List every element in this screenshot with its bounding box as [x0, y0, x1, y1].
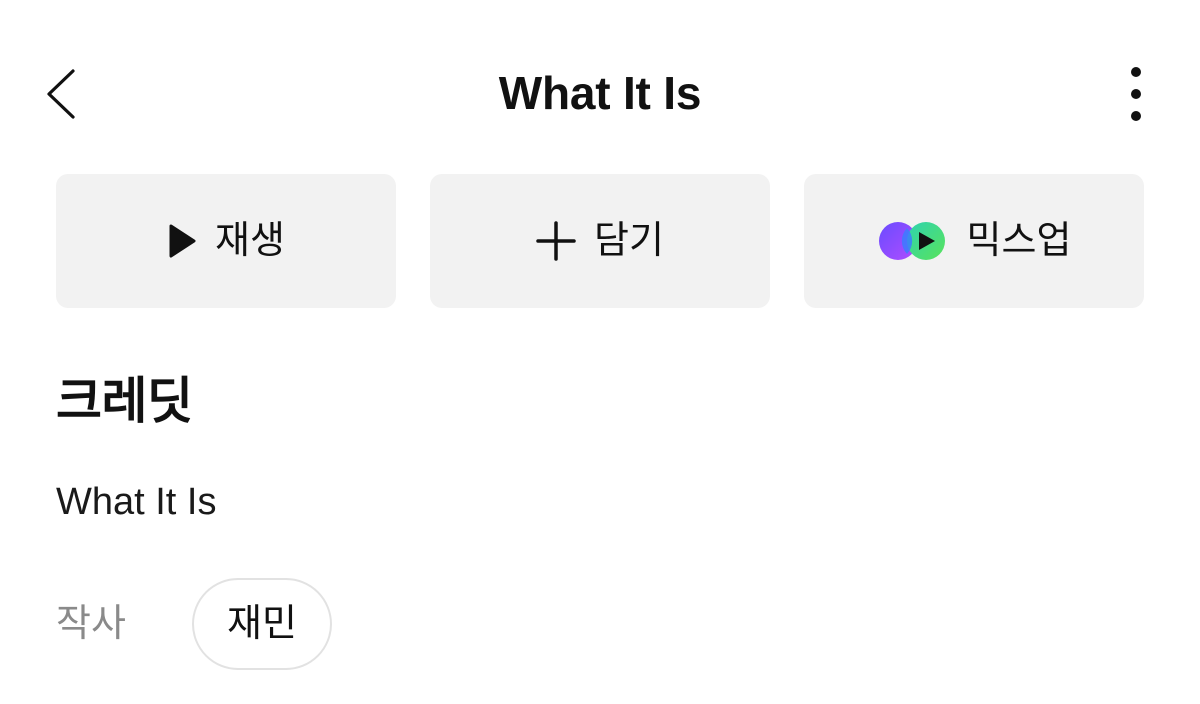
add-button-label: 담기 — [594, 220, 664, 262]
mixup-icon — [877, 220, 949, 262]
more-options-button[interactable] — [1104, 58, 1168, 130]
mixup-button-label: 믹스업 — [966, 220, 1072, 262]
play-button[interactable]: 재생 — [56, 174, 396, 308]
chevron-left-icon — [43, 67, 77, 121]
credits-song-title: What It Is — [56, 481, 217, 523]
artist-chip-jaemin[interactable]: 재민 — [192, 578, 332, 670]
page-title: What It Is — [498, 67, 702, 119]
top-bar: What It Is — [0, 0, 1200, 190]
action-buttons: 재생 담기 믹스업 — [56, 174, 1144, 308]
play-button-label: 재생 — [215, 220, 285, 262]
lyricist-role-label: 작사 — [56, 603, 126, 645]
mixup-button[interactable]: 믹스업 — [804, 174, 1144, 308]
more-vertical-icon — [1129, 66, 1143, 122]
back-button[interactable] — [28, 58, 92, 130]
add-to-playlist-button[interactable]: 담기 — [430, 174, 770, 308]
play-icon — [167, 223, 197, 259]
plus-icon — [536, 221, 576, 261]
credits-heading: 크레딧 — [56, 373, 193, 429]
